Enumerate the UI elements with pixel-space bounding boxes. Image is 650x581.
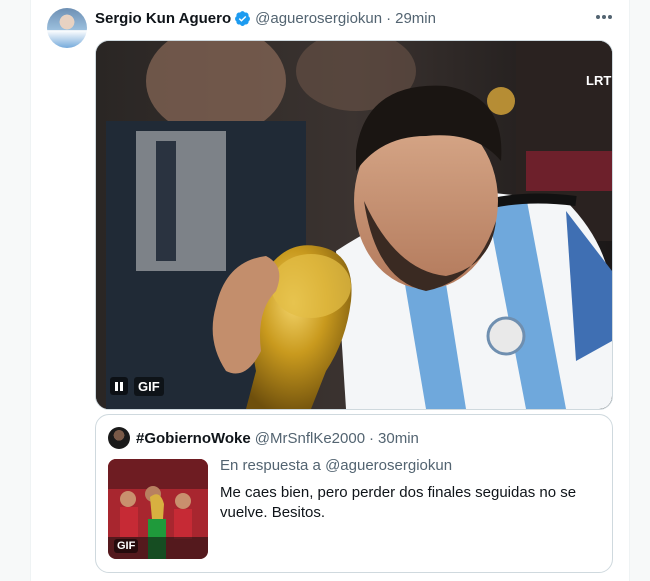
tweet-header: Sergio Kun Aguero @aguerosergiokun · 29m… <box>95 8 613 28</box>
more-dots-icon[interactable] <box>593 8 615 26</box>
quoted-gif-thumbnail[interactable]: GIF <box>108 459 208 559</box>
lrt-watermark: LRT <box>586 73 611 88</box>
author-handle[interactable]: @aguerosergiokun <box>255 10 382 27</box>
quoted-author-handle[interactable]: @MrSnflKe2000 <box>255 430 365 447</box>
gif-label: GIF <box>134 376 164 396</box>
author-name[interactable]: Sergio Kun Aguero <box>95 10 231 27</box>
gif-frame-image: LRT <box>96 41 612 409</box>
reply-prefix: En respuesta a <box>220 457 321 474</box>
quoted-tweet[interactable]: #GobiernoWoke @MrSnflKe2000 · 30min GIF … <box>95 414 613 573</box>
tweet-time[interactable]: 29min <box>395 10 436 27</box>
reply-to-handle[interactable]: @aguerosergiokun <box>325 457 452 474</box>
reply-context: En respuesta a @aguerosergiokun <box>220 457 452 474</box>
gif-controls: GIF <box>106 375 168 397</box>
tweet-gif-media[interactable]: LRT GIF <box>95 40 613 410</box>
header-separator: · <box>386 9 392 27</box>
pause-icon[interactable] <box>110 377 128 395</box>
quoted-gif-label: GIF <box>114 539 139 553</box>
verified-badge-icon <box>234 10 251 27</box>
quoted-author-name[interactable]: #GobiernoWoke <box>136 430 251 447</box>
quoted-tweet-time[interactable]: 30min <box>378 430 419 447</box>
quoted-tweet-text: Me caes bien, pero perder dos finales se… <box>220 484 577 521</box>
author-avatar[interactable] <box>47 8 87 48</box>
quoted-tweet-header: #GobiernoWoke @MrSnflKe2000 · 30min <box>136 428 419 448</box>
quoted-author-avatar[interactable] <box>108 427 130 449</box>
tweet-card[interactable]: Sergio Kun Aguero @aguerosergiokun · 29m… <box>30 0 630 581</box>
quoted-header-separator: · <box>369 429 375 447</box>
